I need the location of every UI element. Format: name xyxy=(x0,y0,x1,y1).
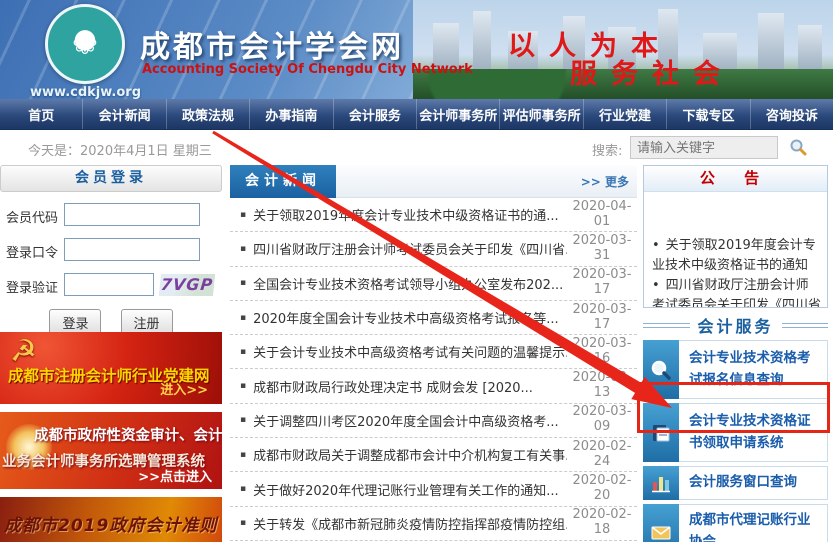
news-list-item[interactable]: ▪全国会计专业技术资格考试领导小组办公室发布202...2020-03-17 xyxy=(230,267,637,301)
nav-item-appraisal-firms[interactable]: 评估师事务所 xyxy=(499,99,582,129)
news-list: ▪关于领取2019年度会计专业技术中级资格证书的通...2020-04-01 ▪… xyxy=(230,198,637,541)
nav-item-guide[interactable]: 办事指南 xyxy=(249,99,332,129)
news-list-item[interactable]: ▪关于会计专业技术中高级资格考试有关问题的温馨提示...2020-03-16 xyxy=(230,335,637,369)
site-subtitle: Accounting Society Of Chengdu City Netwo… xyxy=(142,62,473,77)
news-list-item[interactable]: ▪2020年度全国会计专业技术中高级资格考试报名等...2020-03-17 xyxy=(230,301,637,335)
nav-item-downloads[interactable]: 下载专区 xyxy=(666,99,749,129)
main-nav: 首页 会计新闻 政策法规 办事指南 会计服务 会计师事务所 评估师事务所 行业党… xyxy=(0,99,833,130)
announcement-item[interactable]: •关于领取2019年度会计专业技术中级资格证书的通知 xyxy=(652,236,821,276)
nav-item-news[interactable]: 会计新闻 xyxy=(82,99,165,129)
envelope-icon xyxy=(643,504,679,542)
nav-item-services[interactable]: 会计服务 xyxy=(333,99,416,129)
announcement-list: •关于领取2019年度会计专业技术中级资格证书的通知 •四川省财政厅注册会计师考… xyxy=(644,192,827,308)
bullet-icon: ▪ xyxy=(240,518,246,528)
password-input[interactable] xyxy=(64,238,200,261)
service-exam-registration-query[interactable]: 会计专业技术资格考试报名信息查询 xyxy=(643,340,828,399)
site-url: www.cdkjw.org xyxy=(30,85,140,99)
announcement-item[interactable]: •四川省财政厅注册会计师考试委员会关于印发《四川省2020年注册... xyxy=(652,276,821,308)
service-bookkeeping-association[interactable]: 成都市代理记账行业协会 xyxy=(643,504,828,542)
audit-system-banner[interactable]: 成都市政府性资金审计、会计 业务会计师事务所选聘管理系统 >>点击进入 xyxy=(0,412,222,489)
decorative-line xyxy=(643,323,690,328)
audit-banner-line1: 成都市政府性资金审计、会计 xyxy=(34,424,222,445)
news-list-item[interactable]: ▪关于领取2019年度会计专业技术中级资格证书的通...2020-04-01 xyxy=(230,198,637,232)
news-panel: 会计新闻 >> 更多 ▪关于领取2019年度会计专业技术中级资格证书的通...2… xyxy=(230,165,637,542)
services-list: 会计专业技术资格考试报名信息查询 会计专业技术资格证书领取申请系统 会计服务窗口… xyxy=(643,340,828,542)
today-date-text: 今天是：2020年4月1日 星期三 xyxy=(28,140,212,159)
site-logo[interactable]: ❁ www.cdkjw.org xyxy=(30,4,140,99)
party-banner-enter-link[interactable]: 进入>> xyxy=(160,379,208,398)
bullet-icon: • xyxy=(652,238,660,253)
certificate-icon xyxy=(643,403,679,462)
member-code-label: 会员代码 xyxy=(6,207,58,226)
site-title: 成都市会计学会网 xyxy=(140,22,404,66)
search-icon[interactable] xyxy=(788,138,808,158)
slogan-line-2: 服务社会 xyxy=(570,52,734,91)
site-header: ❁ www.cdkjw.org 成都市会计学会网 Accounting Soci… xyxy=(0,0,833,99)
chart-icon xyxy=(643,466,679,500)
party-building-banner[interactable]: ☭ 成都市注册会计师行业党建网 进入>> xyxy=(0,332,222,404)
news-panel-header: 会计新闻 >> 更多 xyxy=(230,165,637,198)
member-login-panel: 会员登录 会员代码 登录口令 登录验证 7VGP 登录 注册 xyxy=(0,165,222,330)
login-panel-title: 会员登录 xyxy=(0,165,222,192)
logo-swirl-glyph: ❁ xyxy=(72,27,97,62)
services-section-title: 会计服务 xyxy=(643,312,828,338)
member-code-input[interactable] xyxy=(64,203,200,226)
bullet-icon: ▪ xyxy=(240,210,246,220)
nav-item-party-building[interactable]: 行业党建 xyxy=(583,99,666,129)
search-label: 搜索: xyxy=(592,140,622,159)
building-shape xyxy=(473,11,491,71)
bullet-icon: ▪ xyxy=(240,313,246,323)
search-input[interactable] xyxy=(630,136,778,159)
captcha-label: 登录验证 xyxy=(6,277,58,296)
service-window-query[interactable]: 会计服务窗口查询 xyxy=(643,466,828,500)
bullet-icon: ▪ xyxy=(240,347,246,357)
nav-item-consult[interactable]: 咨询投诉 xyxy=(750,99,833,129)
logo-emblem-icon: ❁ xyxy=(45,4,125,84)
standard-banner-title: 成都市2019政府会计准则 xyxy=(4,511,217,536)
bullet-icon: • xyxy=(652,278,660,293)
tab-accounting-news[interactable]: 会计新闻 xyxy=(230,165,336,198)
page: ❁ www.cdkjw.org 成都市会计学会网 Accounting Soci… xyxy=(0,0,833,542)
toolbar: 今天是：2020年4月1日 星期三 搜索: xyxy=(0,130,833,165)
bullet-icon: ▪ xyxy=(240,484,246,494)
nav-item-accounting-firms[interactable]: 会计师事务所 xyxy=(416,99,499,129)
nav-item-policy[interactable]: 政策法规 xyxy=(166,99,249,129)
building-shape xyxy=(798,25,822,71)
news-list-item[interactable]: ▪关于调整四川考区2020年度全国会计中高级资格考...2020-03-09 xyxy=(230,404,637,438)
bullet-icon: ▪ xyxy=(240,415,246,425)
decorative-line xyxy=(782,323,829,328)
bullet-icon: ▪ xyxy=(240,381,246,391)
news-list-item[interactable]: ▪关于做好2020年代理记账行业管理有关工作的通知...2020-02-20 xyxy=(230,472,637,506)
news-list-item[interactable]: ▪成都市财政局关于调整成都市会计中介机构复工有关事...2020-02-24 xyxy=(230,438,637,472)
building-shape xyxy=(758,13,784,71)
news-more-link[interactable]: >> 更多 xyxy=(581,173,629,190)
search-icon xyxy=(643,340,679,399)
news-list-item[interactable]: ▪关于转发《成都市新冠肺炎疫情防控指挥部疫情防控组...2020-02-18 xyxy=(230,507,637,541)
nav-item-home[interactable]: 首页 xyxy=(0,99,82,129)
announcement-title: 公 告 xyxy=(644,166,827,192)
gov-accounting-standard-banner[interactable]: 成都市2019政府会计准则 xyxy=(0,497,222,542)
bullet-icon: ▪ xyxy=(240,450,246,460)
news-list-item[interactable]: ▪成都市财政局行政处理决定书 成财会发 [2020...2020-03-13 xyxy=(230,369,637,403)
news-list-item[interactable]: ▪四川省财政厅注册会计师考试委员会关于印发《四川省...2020-03-31 xyxy=(230,232,637,266)
password-label: 登录口令 xyxy=(6,242,58,261)
bullet-icon: ▪ xyxy=(240,278,246,288)
bullet-icon: ▪ xyxy=(240,244,246,254)
announcement-panel: 公 告 •关于领取2019年度会计专业技术中级资格证书的通知 •四川省财政厅注册… xyxy=(643,165,828,308)
captcha-input[interactable] xyxy=(64,273,154,296)
captcha-image[interactable]: 7VGP xyxy=(159,274,215,296)
audit-banner-enter-link[interactable]: >>点击进入 xyxy=(138,466,212,485)
service-certificate-application-system[interactable]: 会计专业技术资格证书领取申请系统 xyxy=(643,403,828,462)
